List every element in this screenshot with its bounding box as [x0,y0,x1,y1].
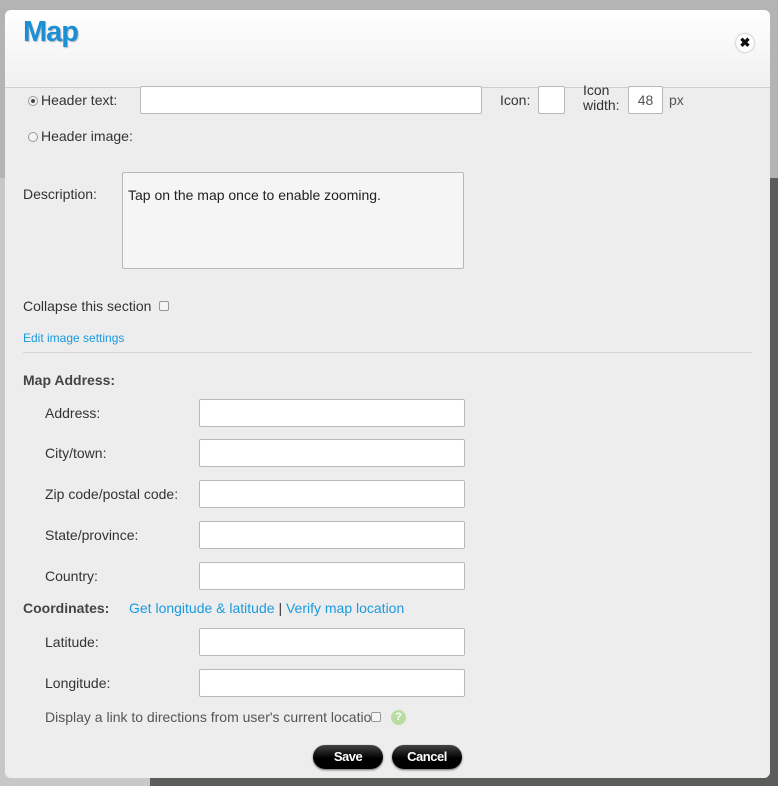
dialog-header: Map ✖ [5,10,770,88]
header-text-input[interactable] [140,86,482,114]
icon-label: Icon: [500,92,531,108]
longitude-input[interactable] [199,669,465,697]
icon-width-label-line2: width: [583,97,620,113]
city-input[interactable] [199,439,465,467]
country-label: Country: [45,568,98,584]
icon-width-input[interactable] [628,86,663,114]
directions-label: Display a link to directions from user's… [45,709,380,725]
collapse-checkbox[interactable] [159,301,169,311]
longitude-label: Longitude: [45,675,111,691]
directions-checkbox[interactable] [371,712,381,722]
map-address-heading: Map Address: [23,372,116,388]
icon-width-label: Icon width: [583,83,620,113]
icon-width-label-line1: Icon [583,82,610,98]
header-image-label: Header image: [41,128,133,144]
country-input[interactable] [199,562,465,590]
latitude-input[interactable] [199,628,465,656]
latitude-label: Latitude: [45,634,99,650]
coordinates-links: Get longitude & latitude | Verify map lo… [129,600,404,616]
dialog-title: Map [23,16,79,48]
zip-input[interactable] [199,480,465,508]
description-label: Description: [23,186,97,202]
cancel-button[interactable]: Cancel [392,745,462,769]
get-lat-long-link[interactable]: Get longitude & latitude [129,600,275,616]
collapse-label: Collapse this section [23,298,152,314]
state-input[interactable] [199,521,465,549]
close-icon[interactable]: ✖ [736,34,754,52]
header-text-label: Header text: [41,92,118,108]
city-label: City/town: [45,445,107,461]
divider [23,352,752,353]
state-label: State/province: [45,527,139,543]
header-text-radio[interactable] [28,96,38,106]
address-label: Address: [45,405,101,421]
help-icon[interactable]: ? [391,710,406,725]
description-textarea[interactable]: Tap on the map once to enable zooming. [122,172,464,269]
px-unit: px [669,92,684,108]
address-input[interactable] [199,399,465,427]
save-button[interactable]: Save [313,745,383,769]
edit-image-settings-link[interactable]: Edit image settings [23,331,124,345]
link-separator: | [278,600,283,616]
zip-label: Zip code/postal code: [45,486,179,502]
header-image-radio[interactable] [28,132,38,142]
coordinates-heading: Coordinates: [23,600,110,616]
map-dialog: Map ✖ Header text: Icon: Iconwidth: px H… [5,10,770,778]
verify-location-link[interactable]: Verify map location [286,600,404,616]
icon-picker[interactable] [538,86,565,114]
